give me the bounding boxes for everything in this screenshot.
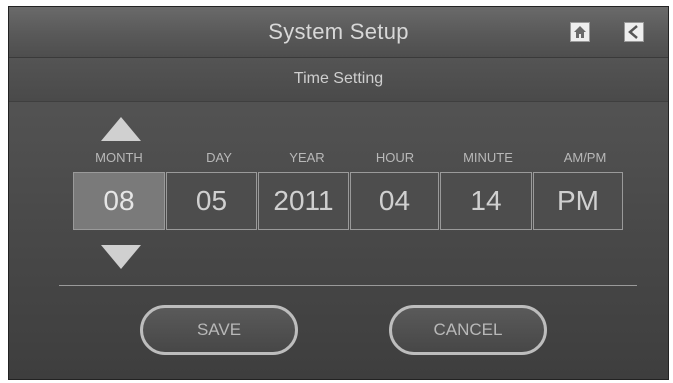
device-screen: System Setup Time Setting MONTH DAY YEAR… — [8, 6, 669, 380]
minute-label: MINUTE — [463, 150, 513, 165]
year-label: YEAR — [289, 150, 325, 165]
down-arrow-icon[interactable] — [101, 245, 141, 269]
home-icon — [574, 26, 586, 38]
hour-field[interactable]: 04 — [350, 172, 439, 230]
day-label: DAY — [206, 150, 232, 165]
back-button[interactable] — [624, 22, 644, 42]
minute-field[interactable]: 14 — [440, 172, 532, 230]
up-arrow-icon[interactable] — [101, 117, 141, 141]
subheader-bar: Time Setting — [9, 58, 668, 102]
hour-label: HOUR — [375, 150, 415, 165]
save-button[interactable]: SAVE — [140, 305, 298, 355]
ampm-label: AM/PM — [563, 150, 607, 165]
year-field[interactable]: 2011 — [258, 172, 349, 230]
home-button[interactable] — [570, 22, 590, 42]
section-title: Time Setting — [293, 70, 384, 87]
cancel-button[interactable]: CANCEL — [389, 305, 547, 355]
month-field[interactable]: 08 — [73, 172, 165, 230]
ampm-field[interactable]: PM — [533, 172, 623, 230]
month-label: MONTH — [95, 150, 143, 165]
divider — [59, 285, 637, 286]
back-icon — [628, 25, 638, 39]
day-field[interactable]: 05 — [166, 172, 257, 230]
header-bar: System Setup — [9, 7, 668, 58]
